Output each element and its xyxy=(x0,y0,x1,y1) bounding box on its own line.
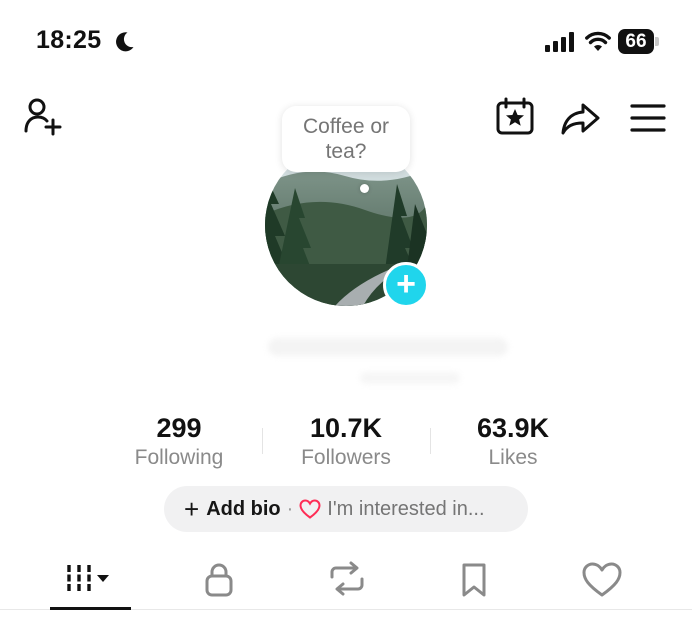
calendar-star-icon[interactable] xyxy=(494,96,536,138)
wifi-icon xyxy=(585,31,611,51)
bubble-tail-dot xyxy=(360,184,369,193)
plus-icon: + xyxy=(184,494,200,524)
moon-icon xyxy=(116,32,134,52)
handle-blurred xyxy=(360,372,460,384)
following-count: 299 xyxy=(156,413,202,443)
signal-icon xyxy=(545,32,574,52)
interests-button[interactable]: I'm interested in... xyxy=(327,498,484,521)
tab-videos-grid-icon[interactable] xyxy=(63,560,115,600)
likes-label: Likes xyxy=(488,446,538,469)
menu-icon[interactable] xyxy=(627,97,669,139)
likes-stat[interactable]: 63.9K Likes xyxy=(428,412,598,472)
active-tab-indicator xyxy=(50,607,131,610)
username-blurred xyxy=(268,338,508,356)
bubble-text-line1: Coffee or xyxy=(303,115,389,138)
add-bio-button[interactable]: Add bio xyxy=(206,498,280,521)
battery-icon: 66 xyxy=(618,29,660,54)
followers-stat[interactable]: 10.7K Followers xyxy=(261,412,431,472)
add-bio-pill[interactable]: + Add bio · I'm interested in... xyxy=(164,486,528,532)
tab-lock-icon[interactable] xyxy=(194,560,246,600)
status-time: 18:25 xyxy=(36,26,102,54)
add-friend-icon[interactable] xyxy=(22,96,64,138)
likes-count: 63.9K xyxy=(476,413,550,443)
tab-bookmark-icon[interactable] xyxy=(448,560,500,600)
bubble-text-line2: tea? xyxy=(325,140,367,163)
avatar-add-button[interactable]: + xyxy=(383,262,429,308)
followers-label: Followers xyxy=(301,446,391,469)
status-bubble[interactable]: Coffee or tea? xyxy=(282,106,410,172)
following-stat[interactable]: 299 Following xyxy=(94,412,264,472)
tab-repost-icon[interactable] xyxy=(322,560,374,600)
bio-separator: · xyxy=(286,497,294,520)
tab-heart-icon[interactable] xyxy=(576,560,628,600)
heart-outline-icon xyxy=(299,499,321,519)
following-label: Following xyxy=(134,446,224,469)
battery-percent: 66 xyxy=(625,31,647,52)
followers-count: 10.7K xyxy=(309,413,383,443)
share-icon[interactable] xyxy=(559,97,601,139)
